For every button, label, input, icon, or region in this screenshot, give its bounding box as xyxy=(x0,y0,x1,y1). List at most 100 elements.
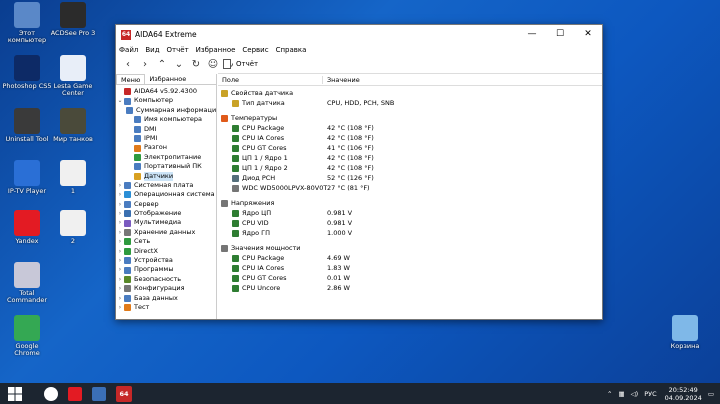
desktop-icon-acdsee[interactable]: ACDSee Pro 3 xyxy=(48,2,98,37)
tab-menu[interactable]: Меню xyxy=(116,74,146,84)
desktop-icon-photoshop[interactable]: Photoshop CS5 xyxy=(2,55,52,90)
sensor-row[interactable]: CPU GT Cores 0.01 W xyxy=(218,273,602,283)
sensor-row[interactable]: Ядро ГП 1.000 V xyxy=(218,228,602,238)
tree-node-section[interactable]: › Конфигурация xyxy=(116,284,216,293)
tree-node-computer[interactable]: ⌄ Компьютер xyxy=(116,96,216,105)
desktop-icon-world-of-tanks[interactable]: Мир танков xyxy=(48,108,98,143)
desktop-icon-google-chrome[interactable]: Google Chrome xyxy=(2,315,52,357)
value-column-header[interactable]: Значение xyxy=(323,76,360,84)
expand-toggle-icon[interactable]: › xyxy=(116,200,124,209)
expand-toggle-icon[interactable]: › xyxy=(116,209,124,218)
desktop-icon-folder-2[interactable]: 2 xyxy=(48,210,98,245)
sensor-row[interactable]: WDC WD5000LPVX-80V0T... 27 °C (81 °F) xyxy=(218,183,602,193)
tree-node-computer-child[interactable]: Электропитание xyxy=(116,153,216,162)
menu-item[interactable]: Файл xyxy=(119,46,138,54)
expand-toggle-icon[interactable]: ⌄ xyxy=(116,96,124,105)
up-arrow-icon[interactable]: ⌃ xyxy=(155,58,169,72)
tree-node-computer-child[interactable]: Разгон xyxy=(116,143,216,152)
sensor-group-row[interactable]: Значения мощности xyxy=(218,243,602,253)
tree-node-computer-child[interactable]: Портативный ПК xyxy=(116,162,216,171)
minimize-button[interactable]: — xyxy=(518,25,546,44)
sensor-group-row[interactable]: Напряжения xyxy=(218,198,602,208)
maximize-button[interactable]: ☐ xyxy=(546,25,574,44)
sensor-row[interactable]: CPU GT Cores 41 °C (106 °F) xyxy=(218,143,602,153)
report-button[interactable]: Отчёт xyxy=(236,60,258,68)
tree-node-section[interactable]: › Операционная система xyxy=(116,190,216,199)
forward-arrow-icon[interactable]: › xyxy=(138,58,152,72)
expand-toggle-icon[interactable]: › xyxy=(116,294,124,303)
volume-icon[interactable]: ◁) xyxy=(631,390,639,398)
tree-node-section[interactable]: › Программы xyxy=(116,265,216,274)
tree-node-section[interactable]: › Сеть xyxy=(116,237,216,246)
tree-node-section[interactable]: › Системная плата xyxy=(116,181,216,190)
sensor-row[interactable]: ЦП 1 / Ядро 1 42 °C (108 °F) xyxy=(218,153,602,163)
expand-toggle-icon[interactable]: › xyxy=(116,228,124,237)
sensor-row[interactable]: CPU Package 4.69 W xyxy=(218,253,602,263)
expand-toggle-icon[interactable]: › xyxy=(116,284,124,293)
tree-node-section[interactable]: › База данных xyxy=(116,294,216,303)
yandex-browser-icon[interactable] xyxy=(44,386,58,401)
expand-toggle-icon[interactable]: › xyxy=(116,181,124,190)
tree-root[interactable]: AIDA64 v5.92.4300 xyxy=(116,87,216,96)
desktop-icon-recycle-bin[interactable]: Корзина xyxy=(660,315,710,350)
sensor-row[interactable]: Тип датчика CPU, HDD, PCH, SNB xyxy=(218,98,602,108)
tree-node-section[interactable]: › Устройства xyxy=(116,256,216,265)
tree-node-computer-child[interactable]: Датчики xyxy=(116,171,216,181)
floppy-save-icon[interactable] xyxy=(92,386,106,401)
desktop-icon-lesta-game-center[interactable]: Lesta Game Center xyxy=(48,55,98,97)
yandex-y-icon[interactable] xyxy=(68,386,82,401)
collapse-arrow-icon[interactable]: ⌄ xyxy=(172,58,186,72)
tray-chevron-icon[interactable]: ⌃ xyxy=(607,390,612,398)
desktop-icon-total-commander[interactable]: Total Commander xyxy=(2,262,52,304)
network-icon[interactable]: ▦ xyxy=(619,390,625,398)
sensor-row[interactable]: CPU Uncore 2.86 W xyxy=(218,283,602,293)
desktop-icon-uninstall-tool[interactable]: Uninstall Tool xyxy=(2,108,52,143)
sensor-row[interactable]: CPU Package 42 °C (108 °F) xyxy=(218,123,602,133)
sensor-row[interactable]: CPU IA Cores 1.83 W xyxy=(218,263,602,273)
menu-item[interactable]: Сервис xyxy=(242,46,268,54)
tree-node-computer-child[interactable]: IPMI xyxy=(116,134,216,143)
aida64-taskbar-icon[interactable]: 64 xyxy=(116,385,132,402)
desktop-icon-yandex[interactable]: Yandex xyxy=(2,210,52,245)
tab-favorites[interactable]: Избранное xyxy=(145,74,190,84)
sensor-row[interactable]: CPU IA Cores 42 °C (108 °F) xyxy=(218,133,602,143)
sensor-group-row[interactable]: Температуры xyxy=(218,113,602,123)
title-bar[interactable]: 64 AIDA64 Extreme — ☐ ✕ xyxy=(116,25,602,44)
close-button[interactable]: ✕ xyxy=(574,25,602,44)
refresh-icon[interactable]: ↻ xyxy=(189,58,203,72)
menu-item[interactable]: Отчёт xyxy=(167,46,189,54)
tree-node-section[interactable]: › Тест xyxy=(116,303,216,312)
expand-toggle-icon[interactable]: › xyxy=(116,247,124,256)
sensor-row[interactable]: CPU VID 0.981 V xyxy=(218,218,602,228)
sensor-group-row[interactable]: Свойства датчика xyxy=(218,88,602,98)
expand-toggle-icon[interactable]: › xyxy=(116,256,124,265)
expand-toggle-icon[interactable]: › xyxy=(116,190,124,199)
expand-toggle-icon[interactable]: › xyxy=(116,275,124,284)
tree-node-computer-child[interactable]: DMI xyxy=(116,125,216,134)
start-windows-icon[interactable] xyxy=(6,385,24,403)
sensor-row[interactable]: ЦП 1 / Ядро 2 42 °C (108 °F) xyxy=(218,163,602,173)
tree-node-section[interactable]: › DirectX xyxy=(116,247,216,256)
tree-node-section[interactable]: › Мультимедиа xyxy=(116,218,216,227)
notification-icon[interactable]: ▭ xyxy=(708,390,714,398)
tree-node-section[interactable]: › Сервер xyxy=(116,200,216,209)
menu-item[interactable]: Избранное xyxy=(196,46,236,54)
tree-node-section[interactable]: › Отображение xyxy=(116,209,216,218)
expand-toggle-icon[interactable]: › xyxy=(116,303,124,312)
clock[interactable]: 20:52:49 04.09.2024 xyxy=(665,386,702,402)
menu-item[interactable]: Справка xyxy=(276,46,307,54)
desktop-icon-iptv-player[interactable]: IP-TV Player xyxy=(2,160,52,195)
language-indicator[interactable]: РУС xyxy=(644,390,656,398)
tree-node-computer-child[interactable]: Имя компьютера xyxy=(116,115,216,124)
tree-node-computer-child[interactable]: Суммарная информация xyxy=(116,106,216,115)
sensor-row[interactable]: Ядро ЦП 0.981 V xyxy=(218,208,602,218)
back-arrow-icon[interactable]: ‹ xyxy=(121,58,135,72)
menu-item[interactable]: Вид xyxy=(145,46,159,54)
field-column-header[interactable]: Поле xyxy=(218,75,323,84)
desktop-icon-this-pc[interactable]: Этот компьютер xyxy=(2,2,52,44)
expand-toggle-icon[interactable]: › xyxy=(116,265,124,274)
tree-node-section[interactable]: › Безопасность xyxy=(116,275,216,284)
desktop-icon-folder-1[interactable]: 1 xyxy=(48,160,98,195)
tree-node-section[interactable]: › Хранение данных xyxy=(116,228,216,237)
expand-toggle-icon[interactable]: › xyxy=(116,237,124,246)
